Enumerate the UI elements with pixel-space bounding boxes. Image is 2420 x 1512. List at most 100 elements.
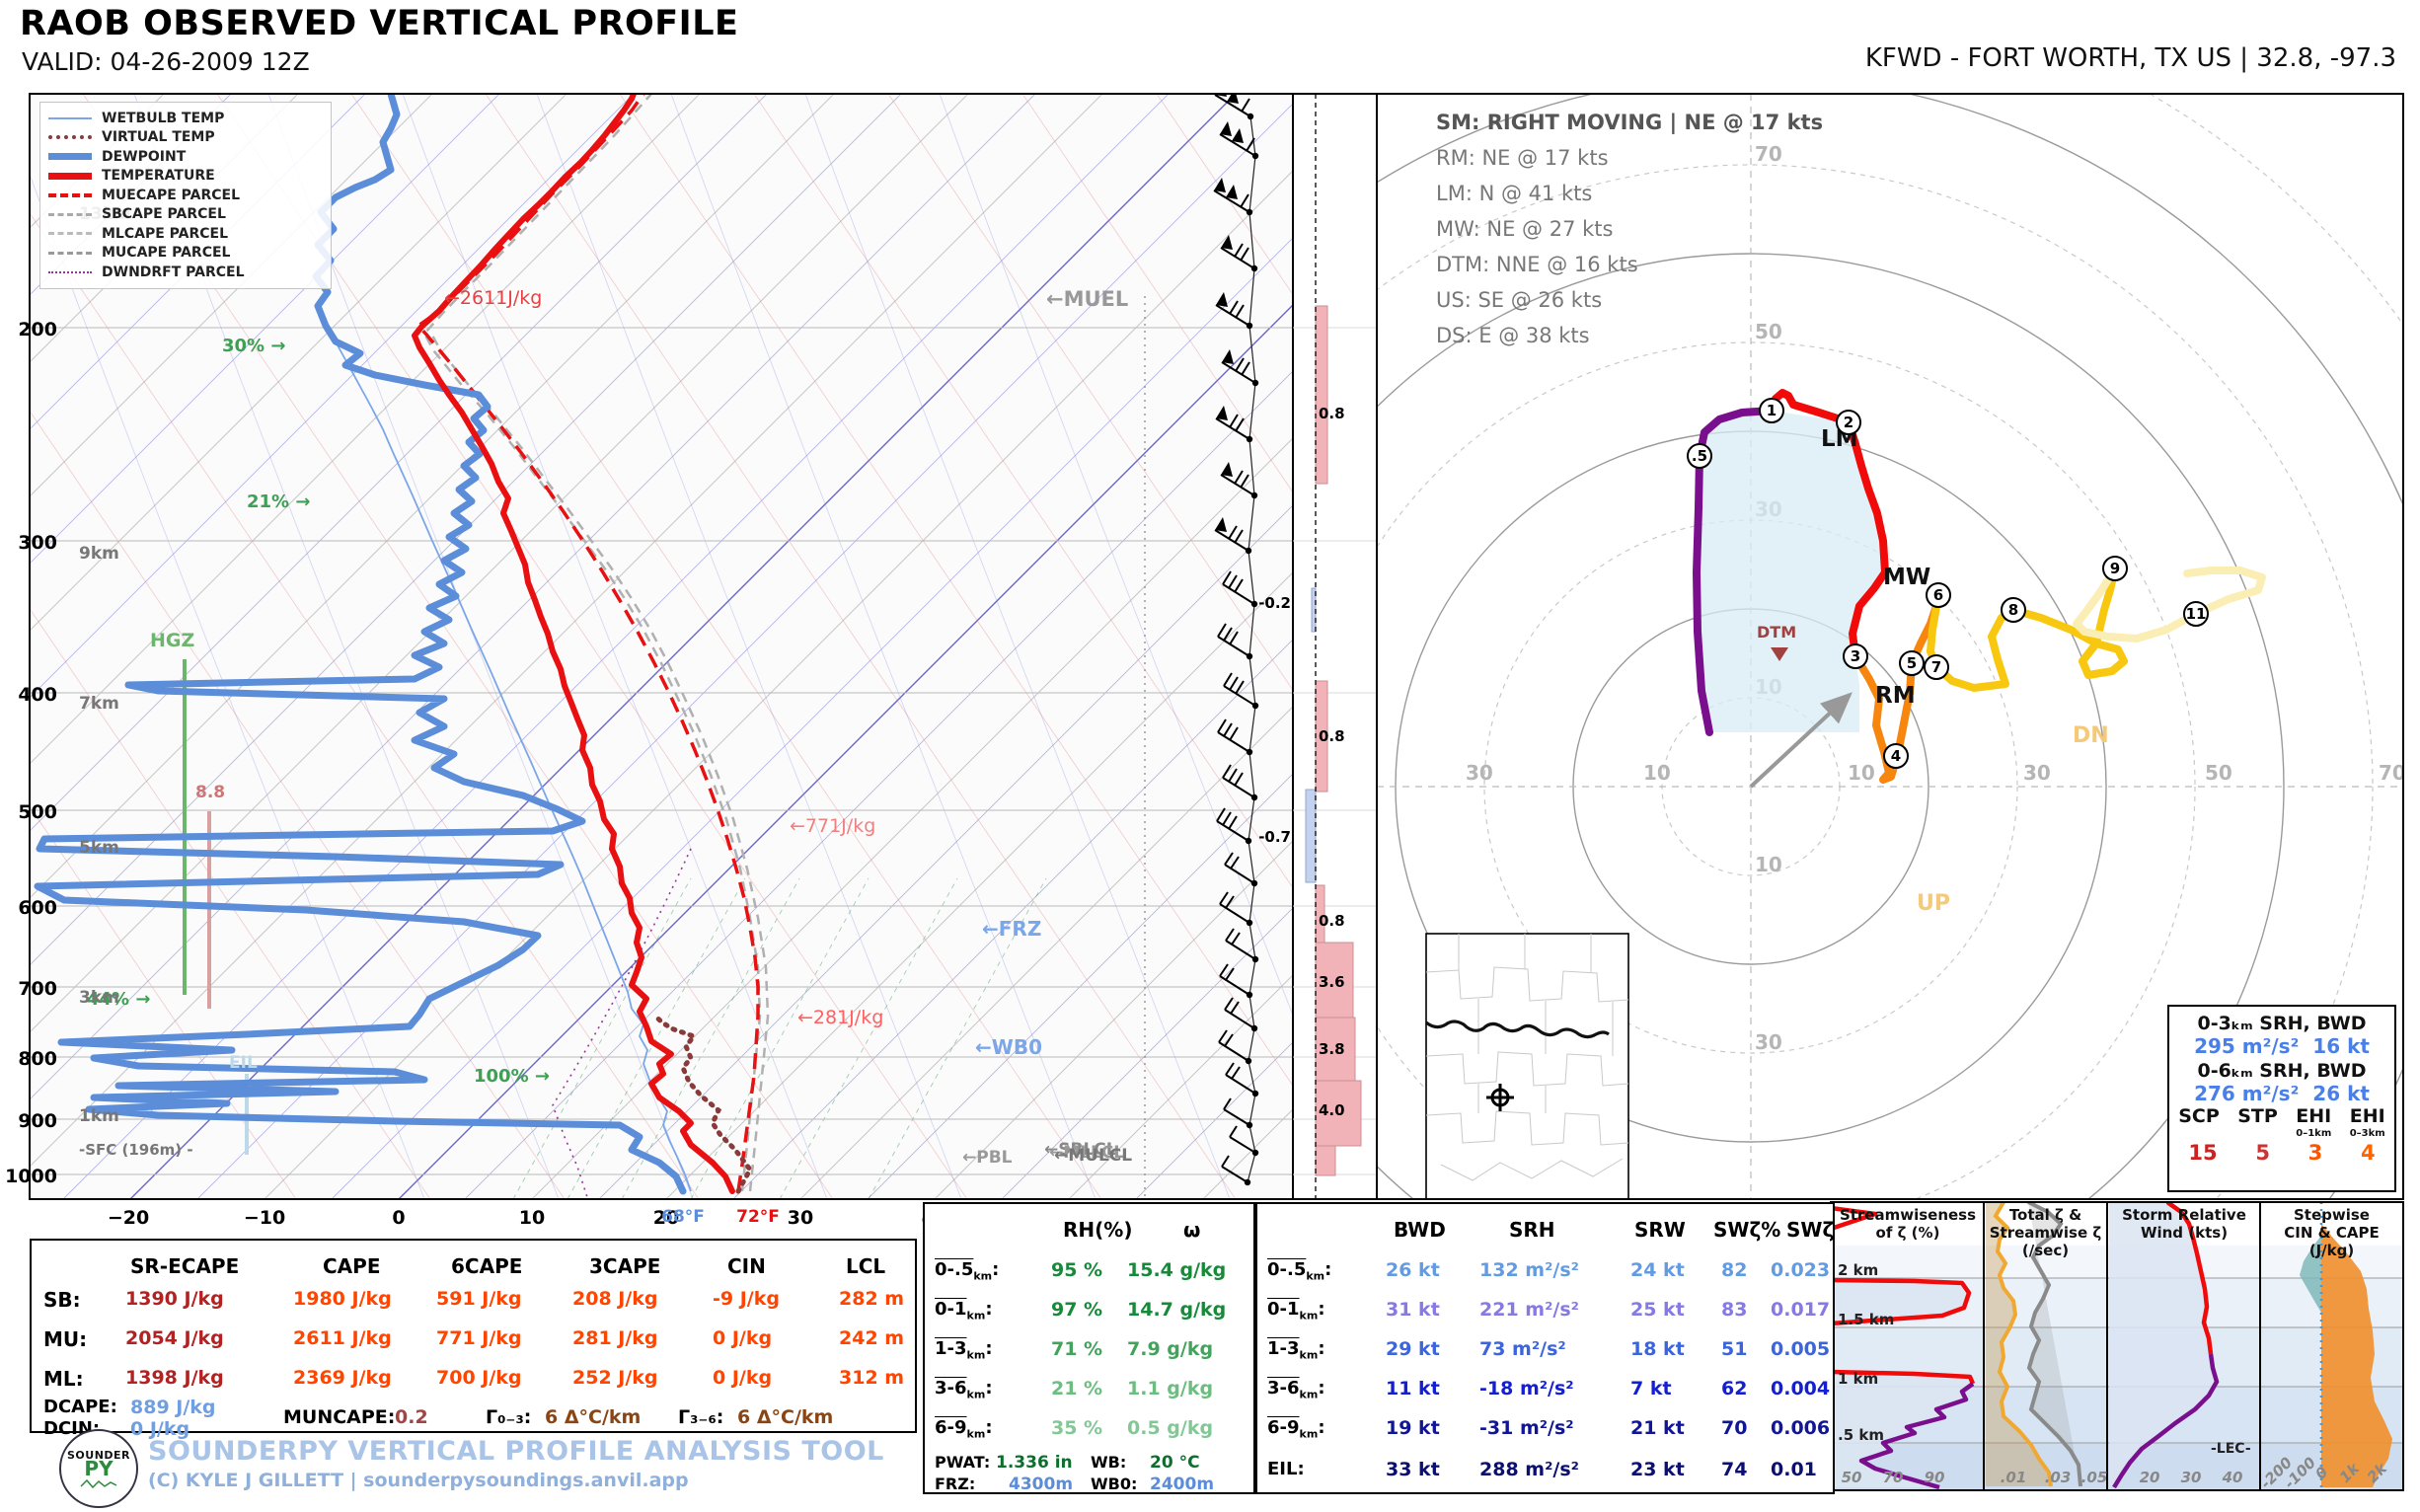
- svg-text:7: 7: [1931, 658, 1941, 676]
- kin-layer-eil: EIL:: [1267, 1459, 1305, 1479]
- t-10: 10: [519, 1207, 545, 1229]
- moisture-table: RH(%) ω 0-.5km: 95 % 15.4 g/kg 0-1km: 97…: [923, 1202, 1255, 1494]
- ml-cin: 0 J/kg: [713, 1367, 772, 1389]
- virtual-temp-line-icon: [48, 135, 92, 139]
- map-inset: [1426, 934, 1628, 1199]
- p-500: 500: [18, 801, 57, 823]
- p1-tick-50: 50: [1842, 1469, 1862, 1486]
- rh30-label: 30% →: [222, 336, 285, 356]
- muncape-value: 0.2: [395, 1406, 428, 1428]
- w-0-1: 14.7 g/kg: [1127, 1299, 1226, 1321]
- srh-eil: 288 m²/s²: [1479, 1459, 1579, 1480]
- adv-val-0: 0.8: [1319, 405, 1345, 422]
- mu-cin: 0 J/kg: [713, 1327, 772, 1349]
- srh-0-3-label: 0-3ₖₘ SRH, BWD: [2169, 1013, 2394, 1034]
- svg-text:4: 4: [1891, 747, 1901, 765]
- legend-label: MUECAPE PARCEL: [102, 188, 240, 203]
- kin-layer-0-05: 0-.5km:: [1267, 1259, 1331, 1283]
- h-5km: 5km: [79, 838, 119, 858]
- wb0-label: ←WB0: [975, 1035, 1042, 1059]
- swz-eil: 0.01: [1771, 1459, 1817, 1480]
- ring-70-right: 70: [2379, 761, 2406, 785]
- rh-1-3: 71 %: [1051, 1338, 1102, 1360]
- svg-text:8: 8: [2008, 601, 2018, 619]
- adv-val-1: -0.2: [1258, 594, 1291, 612]
- mu-srecape: 2054 J/kg: [125, 1327, 224, 1349]
- srh-0-1: 221 m²/s²: [1479, 1299, 1579, 1321]
- thermo-table: SR-ECAPE CAPE 6CAPE 3CAPE CIN LCL SB: 13…: [30, 1239, 917, 1433]
- t-30: 30: [788, 1207, 813, 1229]
- srh-6-9: -31 m²/s²: [1479, 1417, 1574, 1439]
- sounderpy-logo: SOUNDER PY: [59, 1429, 138, 1508]
- adv-val-6: 3.8: [1319, 1040, 1345, 1058]
- dcape-label: DCAPE:: [43, 1397, 117, 1417]
- bwd-6-9: 19 kt: [1386, 1417, 1440, 1439]
- srh-1-3: 73 m²/s²: [1479, 1338, 1566, 1360]
- swz-3-6: 0.004: [1771, 1378, 1830, 1399]
- sb-cape: 1980 J/kg: [293, 1288, 392, 1310]
- p1-tick-90: 90: [1925, 1469, 1945, 1486]
- ehi1-header: EHI0–1km: [2296, 1109, 2331, 1141]
- srh-0-6-value: 276 m²/s²: [2194, 1082, 2299, 1105]
- t-0: 0: [392, 1207, 405, 1229]
- swp-1-3: 51: [1721, 1338, 1747, 1360]
- rm-label: RM: [1875, 683, 1916, 709]
- p2-tick-03: .03: [2045, 1469, 2072, 1486]
- kinematics-table: BWD SRH SRW SWζ% SWζ 0-.5km: 26 kt 132 m…: [1255, 1202, 1835, 1494]
- ring-50-right: 50: [2205, 761, 2232, 785]
- logo-text-py: PY: [61, 1462, 136, 1475]
- layer-3-6: 3-6km:: [935, 1378, 993, 1401]
- w-1-3: 7.9 g/kg: [1127, 1338, 1213, 1360]
- omega-header: ω: [1183, 1218, 1200, 1242]
- adv-val-2: 0.8: [1319, 727, 1345, 745]
- legend-label: DWNDRFT PARCEL: [102, 265, 245, 280]
- frz-table-label: FRZ:: [935, 1474, 975, 1493]
- ml-lcl: 312 m: [839, 1367, 904, 1389]
- srw-title: Storm RelativeWind (kts): [2110, 1206, 2258, 1242]
- w-6-9: 0.5 g/kg: [1127, 1417, 1213, 1439]
- bwd-eil: 33 kt: [1386, 1459, 1440, 1480]
- hgz-label: HGZ: [150, 630, 194, 651]
- sb-srecape: 1390 J/kg: [125, 1288, 224, 1310]
- kin-layer-6-9: 6-9km:: [1267, 1417, 1325, 1441]
- adv-val-4: 0.8: [1319, 912, 1345, 930]
- srh-0-3-value: 295 m²/s²: [2194, 1034, 2299, 1058]
- adv-val-3: -0.7: [1258, 828, 1291, 846]
- mulcl-label: ←MULCL: [1054, 1146, 1132, 1166]
- mlcape-line-icon: [48, 232, 92, 235]
- ehi1-value: 3: [2308, 1141, 2323, 1165]
- ring-30-right: 30: [2023, 761, 2051, 785]
- swp-0-1: 83: [1721, 1299, 1747, 1321]
- mu-3cape: 281 J/kg: [572, 1327, 658, 1349]
- rh-3-6: 21 %: [1051, 1378, 1102, 1399]
- wb-value: 20 °C: [1150, 1453, 1200, 1473]
- swzpct-header: SWζ%: [1713, 1218, 1780, 1242]
- ehi3-value: 4: [2361, 1141, 2376, 1165]
- footer-brand: SOUNDERPY VERTICAL PROFILE ANALYSIS TOOL: [148, 1436, 884, 1467]
- ds-line: DS: E @ 38 kts: [1436, 324, 1823, 347]
- layer-0-05: 0-.5km:: [935, 1259, 999, 1283]
- swz-header: SWζ: [1786, 1218, 1834, 1242]
- svg-text:6: 6: [1933, 586, 1943, 604]
- scp-header: SCP: [2178, 1109, 2220, 1141]
- stp-header: STP: [2237, 1109, 2278, 1141]
- swz-6-9: 0.006: [1771, 1417, 1830, 1439]
- srw-1-3: 18 kt: [1630, 1338, 1685, 1360]
- sm-line: SM: RIGHT MOVING | NE @ 17 kts: [1436, 111, 1823, 134]
- legend-label: MLCAPE PARCEL: [102, 226, 228, 242]
- swp-0-05: 82: [1721, 1259, 1747, 1281]
- adv-val-5: 3.6: [1319, 973, 1345, 991]
- wb0-value: 2400m: [1150, 1474, 1214, 1494]
- ring-30-left: 30: [1466, 761, 1493, 785]
- wetbulb-line-icon: [48, 117, 92, 119]
- swp-3-6: 62: [1721, 1378, 1747, 1399]
- p-900: 900: [18, 1110, 57, 1132]
- w-3-6: 1.1 g/kg: [1127, 1378, 1213, 1399]
- p-800: 800: [18, 1048, 57, 1070]
- sb-6cape: 591 J/kg: [436, 1288, 522, 1310]
- eil-label: EIL: [229, 1053, 258, 1073]
- row-sb: SB:: [43, 1288, 81, 1312]
- dgz-temp-label: 8.8: [195, 783, 225, 802]
- bwd-0-3-value: 16 kt: [2312, 1034, 2370, 1058]
- sfc-label: -SFC (196m) -: [79, 1141, 193, 1159]
